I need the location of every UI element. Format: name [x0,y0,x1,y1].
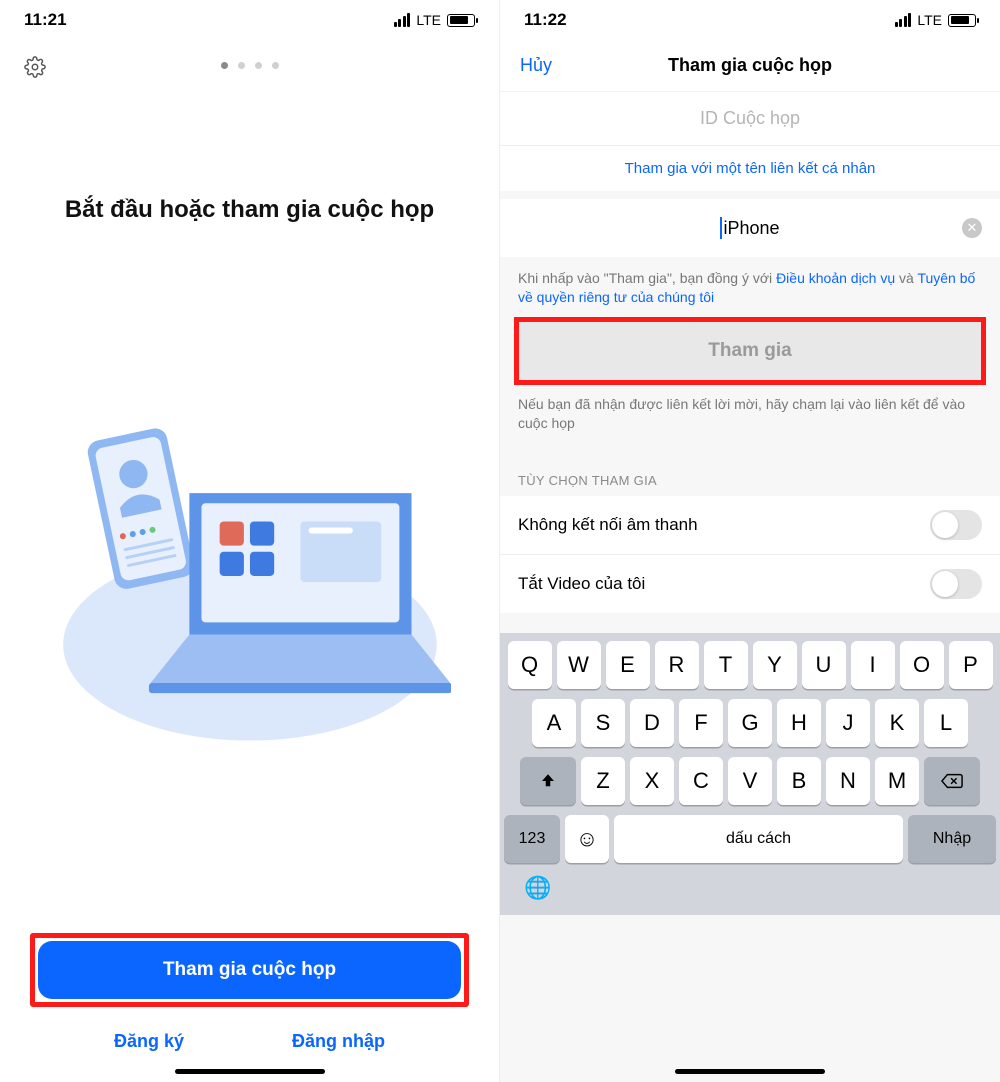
key-k[interactable]: K [875,699,919,747]
join-meeting-button[interactable]: Tham gia cuộc họp [38,941,461,999]
key-w[interactable]: W [557,641,601,689]
space-key[interactable]: dấu cách [614,815,903,863]
key-x[interactable]: X [630,757,674,805]
highlight-join-meeting: Tham gia cuộc họp [30,933,469,1007]
display-name-input[interactable]: iPhone ✕ [500,199,1000,257]
status-time: 11:21 [24,10,67,30]
illustration [0,224,499,933]
terms-disclaimer: Khi nhấp vào "Tham gia", bạn đồng ý với … [500,257,1000,317]
options-header: TÙY CHỌN THAM GIA [500,463,1000,496]
personal-link-button[interactable]: Tham gia với một tên liên kết cá nhân [500,145,1000,191]
key-a[interactable]: A [532,699,576,747]
highlight-join: Tham gia [514,317,986,385]
signal-icon [394,13,411,27]
screen-join-form: 11:22 LTE Hủy Tham gia cuộc họp ID Cuộc … [500,0,1000,1082]
meeting-id-input[interactable]: ID Cuộc họp [500,92,1000,145]
shift-key[interactable] [520,757,576,805]
key-q[interactable]: Q [508,641,552,689]
status-bar: 11:22 LTE [500,0,1000,40]
numeric-key[interactable]: 123 [504,815,560,863]
key-n[interactable]: N [826,757,870,805]
key-b[interactable]: B [777,757,821,805]
nav-header: Hủy Tham gia cuộc họp [500,40,1000,92]
network-label: LTE [917,12,942,28]
key-v[interactable]: V [728,757,772,805]
status-bar: 11:21 LTE [0,0,499,40]
key-e[interactable]: E [606,641,650,689]
signup-button[interactable]: Đăng ký [114,1031,184,1052]
key-s[interactable]: S [581,699,625,747]
enter-key[interactable]: Nhập [908,815,996,863]
nav-title: Tham gia cuộc họp [668,55,832,76]
backspace-key[interactable] [924,757,980,805]
signin-button[interactable]: Đăng nhập [292,1031,385,1052]
kb-row-3: ZXCVBNM [504,757,996,805]
key-m[interactable]: M [875,757,919,805]
text-cursor [720,217,722,239]
key-z[interactable]: Z [581,757,625,805]
tos-link[interactable]: Điều khoản dịch vụ [776,270,895,286]
key-t[interactable]: T [704,641,748,689]
key-d[interactable]: D [630,699,674,747]
option-no-audio-label: Không kết nối âm thanh [518,515,698,535]
key-c[interactable]: C [679,757,723,805]
kb-row-1: QWERTYUIOP [504,641,996,689]
option-no-video: Tắt Video của tôi [500,555,1000,613]
status-time: 11:22 [524,10,567,30]
join-button[interactable]: Tham gia [519,322,981,380]
signal-icon [895,13,912,27]
kb-row-2: ASDFGHJKL [504,699,996,747]
gear-icon[interactable] [24,56,46,83]
toggle-no-video[interactable] [930,569,982,599]
globe-icon[interactable]: 🌐 [524,875,551,901]
home-indicator[interactable] [175,1069,325,1074]
network-label: LTE [416,12,441,28]
key-l[interactable]: L [924,699,968,747]
key-i[interactable]: I [851,641,895,689]
key-p[interactable]: P [949,641,993,689]
battery-icon [447,14,475,27]
cancel-button[interactable]: Hủy [520,55,552,76]
battery-icon [948,14,976,27]
emoji-key[interactable]: ☺ [565,815,609,863]
clear-icon[interactable]: ✕ [962,218,982,238]
key-j[interactable]: J [826,699,870,747]
key-g[interactable]: G [728,699,772,747]
home-indicator[interactable] [675,1069,825,1074]
hero-title: Bắt đầu hoặc tham gia cuộc họp [0,86,499,224]
key-f[interactable]: F [679,699,723,747]
key-u[interactable]: U [802,641,846,689]
key-r[interactable]: R [655,641,699,689]
key-h[interactable]: H [777,699,821,747]
name-value: iPhone [723,218,779,239]
toggle-no-audio[interactable] [930,510,982,540]
invite-help-text: Nếu bạn đã nhận được liên kết lời mời, h… [500,385,1000,463]
option-no-audio: Không kết nối âm thanh [500,496,1000,555]
key-y[interactable]: Y [753,641,797,689]
keyboard: QWERTYUIOP ASDFGHJKL ZXCVBNM 123 ☺ dấu c… [500,633,1000,915]
option-no-video-label: Tắt Video của tôi [518,574,645,594]
key-o[interactable]: O [900,641,944,689]
status-right: LTE [895,12,976,28]
screen-welcome: 11:21 LTE Bắt đầu hoặc tham gia cuộc họp [0,0,500,1082]
status-right: LTE [394,12,475,28]
page-dots [0,62,499,69]
